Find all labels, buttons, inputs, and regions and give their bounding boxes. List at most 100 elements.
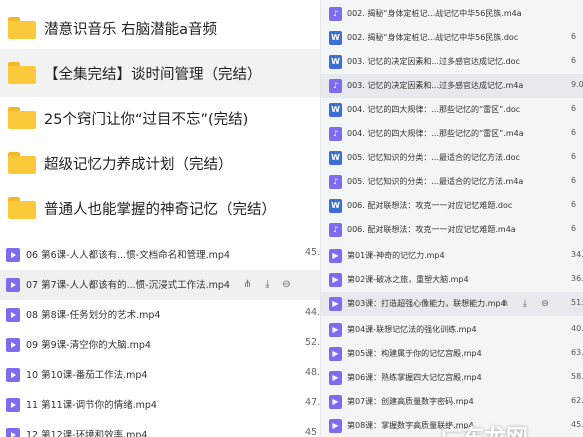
file-name: 004. 记忆的四大规律：...那些记忆的“雷区”.m4a [347,129,524,138]
folder-label: 普通人也能掌握的神奇记忆（完结） [44,201,276,218]
folder-label: 【全集完结】谈时间管理（完结） [44,66,262,83]
video-file-icon [6,428,20,437]
file-row[interactable]: ♪ 006. 配对联想法：攻克一一对应记忆难题.m4a 6 [321,218,583,242]
file-row[interactable]: ♪ 003. 记忆的决定因素和...过多感官达成记忆.m4a 9.0 [321,74,583,98]
file-row[interactable]: ▶ 第03课：打造超强心像能力，联想能力.mp4⋔ ⤓ ⊖ 51.0 [321,292,583,316]
share-icon[interactable]: ⋔ [499,298,511,310]
folder-label: 25个窍门让你“过目不忘”(完结) [44,111,249,128]
word-doc-icon: W [329,151,342,165]
file-size: 36.0 [571,274,583,283]
file-row[interactable]: 06 第6课-人人都该有...惯-文档命名和管理.mp4 45.5 [0,240,320,270]
file-name: 第03课：打造超强心像能力，联想能力.mp4 [347,299,506,308]
file-name: 002. 揭秘“身体定桩记...战记忆中华56民族.doc [347,33,519,42]
file-row[interactable]: ▶ 第06课：熟练掌握四大记忆宫殿.mp4 58.6 [321,366,583,390]
file-row[interactable]: ♪ 004. 记忆的四大规律：...那些记忆的“雷区”.m4a 6 [321,122,583,146]
file-name: 10 第10课-番茄工作法.mp4 [26,370,148,381]
video-file-icon: ▶ [329,249,342,263]
folder-item[interactable]: 25个窍门让你“过目不忘”(完结) [0,94,320,142]
file-row[interactable]: W 003. 记忆的决定因素和...过多感官达成记忆.doc 6 [321,50,583,74]
file-name: 003. 记忆的决定因素和...过多感官达成记忆.doc [347,57,520,66]
folder-item[interactable]: 潜意识音乐 右脑潜能a音频 [0,4,320,52]
file-name: 09 第9课-清空你的大脑.mp4 [26,340,151,351]
file-row[interactable]: 09 第9课-清空你的大脑.mp4 52.8 [0,330,320,360]
file-name: 004. 记忆的四大规律：...那些记忆的“雷区”.doc [347,105,521,114]
file-row[interactable]: W 004. 记忆的四大规律：...那些记忆的“雷区”.doc 6 [321,98,583,122]
word-doc-icon: W [329,55,342,69]
video-file-icon: ▶ [329,395,342,409]
folder-icon [8,197,36,219]
word-doc-icon: W [329,199,342,213]
file-name: 第06课：熟练掌握四大记忆宫殿.mp4 [347,373,482,382]
file-size: 40.2 [571,324,583,333]
file-name: 002. 揭秘“身体定桩记...战记忆中华56民族.m4a [347,9,522,18]
file-size: 6 [571,32,577,41]
folder-icon [8,62,36,84]
audio-file-icon: ♪ [329,79,342,93]
share-icon[interactable]: ⋔ [241,278,254,291]
file-row[interactable]: ▶ 第02课-破冰之旅，重塑大脑.mp4 36.0 [321,268,583,292]
audio-file-icon: ♪ [329,127,342,141]
more-icon[interactable]: ⊖ [280,278,293,291]
file-size: 45.5 [571,420,583,429]
video-file-icon: ▶ [329,273,342,287]
file-size: 9.0 [571,80,583,89]
file-name: 006. 配对联想法：攻克一一对应记忆难题.m4a [347,225,516,234]
file-size: 51.0 [571,298,583,307]
video-file-icon [6,308,20,322]
file-size: 34.4 [571,250,583,259]
file-row[interactable]: 08 第8课-任务划分的艺术.mp4 44.9 [0,300,320,330]
word-doc-icon: W [329,31,342,45]
folder-icon [8,152,36,174]
download-icon[interactable]: ⤓ [261,278,274,291]
download-icon[interactable]: ⤓ [519,298,531,310]
file-size: 52.8 [305,337,320,348]
file-row[interactable]: W 006. 配对联想法：攻克一一对应记忆难题.doc 6 [321,194,583,218]
left-file-panel: 潜意识音乐 右脑潜能a音频 【全集完结】谈时间管理（完结） 25个窍门让你“过目… [0,0,320,437]
file-size: 6 [571,56,577,65]
file-name: 11 第11课-调节你的情绪.mp4 [26,400,157,411]
file-name: 12 第12课-环境和效率.mp4 [26,430,148,437]
audio-file-icon: ♪ [329,223,342,237]
video-file-icon: ▶ [329,371,342,385]
file-name: 006. 配对联想法：攻克一一对应记忆难题.doc [347,201,513,210]
file-row[interactable]: ♪ 005. 记忆知识的分类：...最适合的记忆方法.m4a 6 [321,170,583,194]
more-icon[interactable]: ⊖ [539,298,551,310]
watermark: 广东龙网 [440,420,528,437]
file-size: 48.4 [305,367,320,378]
file-row[interactable]: ▶ 第01课-神奇的记忆力.mp4 34.4 [321,244,583,268]
file-row[interactable]: ▶ 第04课-联想记忆法的强化训练.mp4 40.2 [321,318,583,342]
file-size: 6 [571,224,577,233]
audio-file-icon: ♪ [329,175,342,189]
file-row[interactable]: 07 第7课-人人都该有的...惯-沉浸式工作法.mp4 ⋔ ⤓ ⊖ [0,270,320,300]
video-file-icon: ▶ [329,347,342,361]
file-name: 第01课-神奇的记忆力.mp4 [347,251,445,260]
word-doc-icon: W [329,103,342,117]
folder-item[interactable]: 【全集完结】谈时间管理（完结） [0,49,320,97]
file-row[interactable]: ♪ 002. 揭秘“身体定桩记...战记忆中华56民族.m4a [321,2,583,26]
file-size: 6 [571,152,577,161]
file-size: 6 [571,176,577,185]
video-file-icon: ▶ [329,297,342,311]
folder-item[interactable]: 普通人也能掌握的神奇记忆（完结） [0,184,320,232]
file-name: 08 第8课-任务划分的艺术.mp4 [26,310,161,321]
file-size: 44.9 [305,307,320,318]
file-row[interactable]: ▶ 第07课：创建高质量数字密码.mp4 62.0 [321,390,583,414]
file-row[interactable]: W 002. 揭秘“身体定桩记...战记忆中华56民族.doc 6 [321,26,583,50]
file-name: 第04课-联想记忆法的强化训练.mp4 [347,325,477,334]
folder-item[interactable]: 超级记忆力养成计划（完结） [0,139,320,187]
file-size: 45 [305,427,318,437]
file-size: 47.4 [305,397,320,408]
file-name: 07 第7课-人人都该有的...惯-沉浸式工作法.mp4 [26,280,230,291]
file-size: 58.6 [571,372,583,381]
audio-file-icon: ♪ [329,7,342,21]
file-size: 6 [571,104,577,113]
file-row[interactable]: W 005. 记忆知识的分类：...最适合的记忆方法.doc 6 [321,146,583,170]
file-row[interactable]: 12 第12课-环境和效率.mp4 45 [0,420,320,437]
file-row[interactable]: 11 第11课-调节你的情绪.mp4 47.4 [0,390,320,420]
video-file-icon [6,368,20,382]
file-row[interactable]: ▶ 第05课：构建属于你的记忆宫殿.mp4 63.2 [321,342,583,366]
file-size: 6 [571,128,577,137]
file-row[interactable]: 10 第10课-番茄工作法.mp4 48.4 [0,360,320,390]
file-name: 第07课：创建高质量数字密码.mp4 [347,397,474,406]
file-name: 第05课：构建属于你的记忆宫殿.mp4 [347,349,482,358]
